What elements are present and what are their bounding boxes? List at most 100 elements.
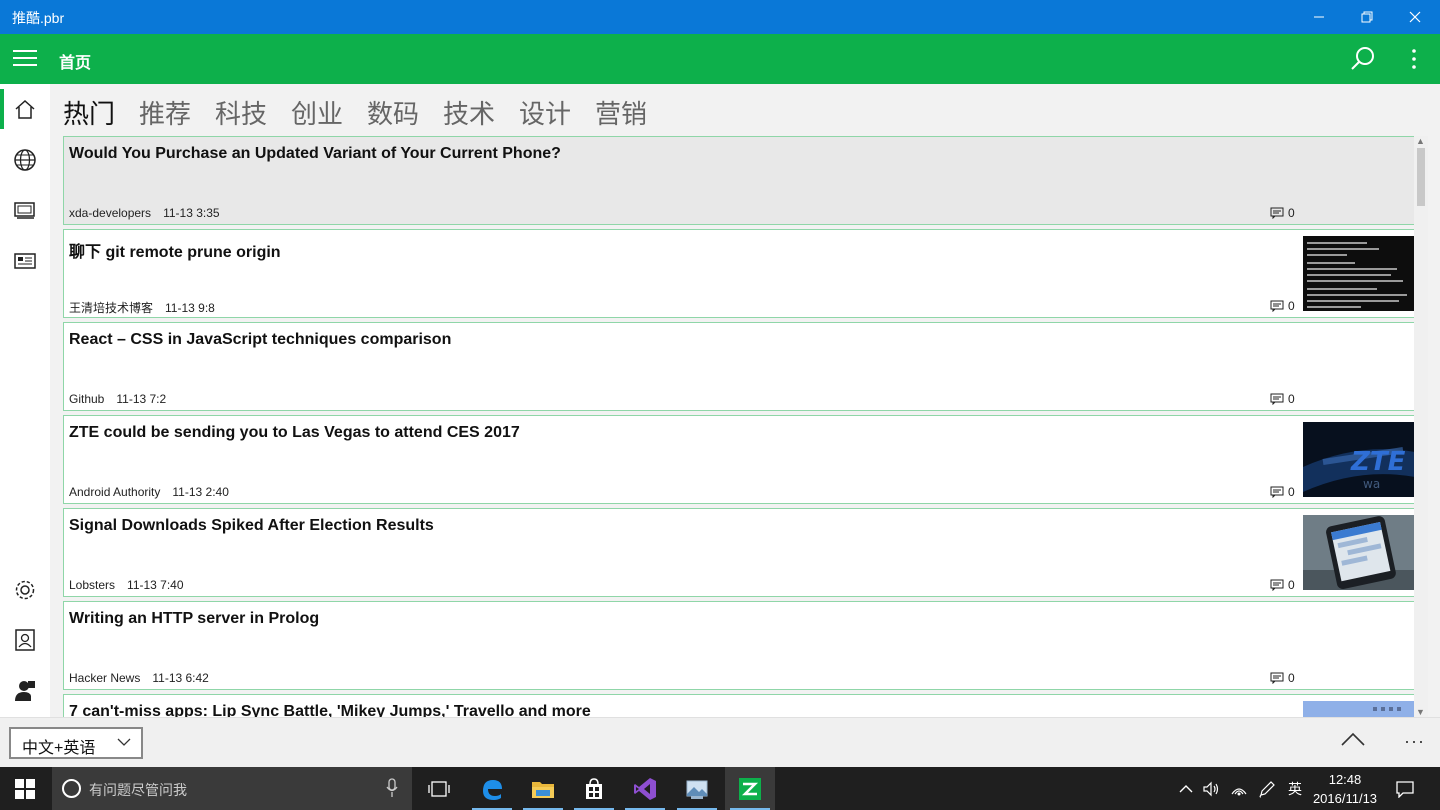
main-content: 热门 推荐 科技 创业 数码 技术 设计 营销 Would You Purcha… xyxy=(50,84,1440,717)
clock-date: 2016/11/13 xyxy=(1312,791,1378,806)
sidebar-item-globe[interactable] xyxy=(0,135,50,185)
volume-button[interactable] xyxy=(1200,767,1222,810)
sidebar-item-topics[interactable] xyxy=(0,185,50,235)
article-card[interactable]: ZTE could be sending you to Las Vegas to… xyxy=(63,415,1415,504)
tab-technology[interactable]: 技术 xyxy=(443,94,495,131)
svg-text:wa: wa xyxy=(1363,477,1380,491)
comment-icon xyxy=(1270,486,1284,498)
ime-indicator[interactable]: 英 xyxy=(1284,767,1306,810)
taskbar-store[interactable] xyxy=(569,767,619,810)
bottom-command-bar: 中文+英语 ··· xyxy=(0,717,1440,767)
article-time: 11-13 9:8 xyxy=(165,301,215,315)
stack-icon xyxy=(14,202,35,219)
article-time: 11-13 7:2 xyxy=(116,392,167,406)
article-card[interactable]: Would You Purchase an Updated Variant of… xyxy=(63,136,1415,225)
tab-marketing[interactable]: 营销 xyxy=(595,94,647,131)
article-card[interactable]: Signal Downloads Spiked After Election R… xyxy=(63,508,1415,597)
comment-count: 0 xyxy=(1270,206,1295,220)
person-icon xyxy=(15,681,35,701)
language-select[interactable]: 中文+英语 xyxy=(9,727,143,759)
comment-icon xyxy=(1270,579,1284,591)
tab-tech[interactable]: 科技 xyxy=(215,94,267,131)
hamburger-menu-button[interactable] xyxy=(13,50,37,68)
tab-recommended[interactable]: 推荐 xyxy=(139,94,191,131)
tab-digital[interactable]: 数码 xyxy=(367,94,419,131)
pen-button[interactable] xyxy=(1256,767,1278,810)
sidebar-nav xyxy=(0,84,50,717)
restore-button[interactable] xyxy=(1344,0,1390,34)
article-time: 11-13 7:40 xyxy=(127,578,184,592)
comment-count-value: 0 xyxy=(1288,206,1295,220)
task-view-button[interactable] xyxy=(414,767,464,810)
command-bar-more-button[interactable]: ··· xyxy=(1404,731,1425,752)
gear-icon xyxy=(15,580,35,600)
sidebar-item-account[interactable] xyxy=(0,615,50,665)
sidebar-item-home[interactable] xyxy=(0,84,50,134)
article-meta: xda-developers 11-13 3:35 xyxy=(69,206,220,220)
sidebar-item-settings[interactable] xyxy=(0,565,50,615)
tray-overflow-button[interactable] xyxy=(1176,767,1196,810)
article-card[interactable]: React – CSS in JavaScript techniques com… xyxy=(63,322,1415,411)
minimize-button[interactable] xyxy=(1296,0,1342,34)
article-card[interactable]: 7 can't-miss apps: Lip Sync Battle, 'Mik… xyxy=(63,694,1415,717)
svg-text:ZTE: ZTE xyxy=(1350,447,1406,477)
article-card[interactable]: Writing an HTTP server in Prolog Hacker … xyxy=(63,601,1415,690)
scroll-down-arrow-icon[interactable]: ▼ xyxy=(1416,707,1425,717)
tab-startup[interactable]: 创业 xyxy=(291,94,343,131)
sidebar-item-news[interactable] xyxy=(0,236,50,286)
article-time: 11-13 2:40 xyxy=(172,485,229,499)
comment-count: 0 xyxy=(1270,671,1295,685)
article-title: 聊下 git remote prune origin xyxy=(69,244,281,261)
cortana-icon xyxy=(62,779,81,798)
scroll-up-arrow-icon[interactable]: ▲ xyxy=(1416,136,1425,146)
contact-icon xyxy=(15,629,35,651)
wifi-icon xyxy=(1231,787,1247,795)
language-select-value: 中文+英语 xyxy=(22,740,96,757)
article-meta: 王清培技术博客 11-13 9:8 xyxy=(69,299,215,316)
window-titlebar: 推酷.pbr xyxy=(0,0,1440,34)
collapse-button[interactable] xyxy=(1340,731,1366,752)
article-thumbnail xyxy=(1303,701,1415,717)
taskbar-tuicool[interactable] xyxy=(725,767,775,810)
category-tabs: 热门 推荐 科技 创业 数码 技术 设计 营销 xyxy=(50,84,1440,136)
edge-icon xyxy=(483,779,502,800)
sidebar-item-profile[interactable] xyxy=(0,666,50,716)
network-button[interactable] xyxy=(1228,767,1250,810)
action-center-button[interactable] xyxy=(1392,767,1418,810)
start-button[interactable] xyxy=(0,767,50,810)
article-title: ZTE could be sending you to Las Vegas to… xyxy=(69,424,520,441)
article-source: 王清培技术博客 xyxy=(69,301,154,315)
article-source: Hacker News xyxy=(69,671,141,685)
cortana-search-box[interactable]: 有问题尽管问我 xyxy=(52,767,412,810)
comment-count: 0 xyxy=(1270,485,1295,499)
close-button[interactable] xyxy=(1392,0,1438,34)
tab-hot[interactable]: 热门 xyxy=(63,94,115,131)
photos-icon xyxy=(686,780,708,799)
search-button[interactable] xyxy=(1350,46,1376,72)
taskbar-edge[interactable] xyxy=(467,767,517,810)
tab-design[interactable]: 设计 xyxy=(519,94,571,131)
taskbar-file-explorer[interactable] xyxy=(518,767,568,810)
cortana-placeholder: 有问题尽管问我 xyxy=(89,782,187,798)
article-time: 11-13 3:35 xyxy=(163,206,220,220)
article-source: xda-developers xyxy=(69,206,152,220)
taskbar-photos[interactable] xyxy=(672,767,722,810)
windows-taskbar: 有问题尽管问我 英 12:48 2016/11/13 xyxy=(0,767,1440,810)
visual-studio-icon xyxy=(634,777,656,800)
article-time: 11-13 6:42 xyxy=(152,671,209,685)
more-options-button[interactable] xyxy=(1404,46,1424,72)
taskbar-visual-studio[interactable] xyxy=(620,767,670,810)
newspaper-icon xyxy=(14,253,36,269)
taskbar-clock[interactable]: 12:48 2016/11/13 xyxy=(1305,770,1385,808)
article-source: Github xyxy=(69,392,105,406)
comment-count: 0 xyxy=(1270,392,1295,406)
close-icon xyxy=(1409,11,1421,23)
article-list-scrollbar[interactable]: ▲ ▼ xyxy=(1414,136,1428,717)
comment-count-value: 0 xyxy=(1288,671,1295,685)
article-card[interactable]: 聊下 git remote prune origin 王清培技术博客 11-13 … xyxy=(63,229,1415,318)
page-title: 首页 xyxy=(59,55,92,72)
article-source: Android Authority xyxy=(69,485,161,499)
article-title: Signal Downloads Spiked After Election R… xyxy=(69,517,434,534)
microphone-icon[interactable] xyxy=(385,778,399,798)
scrollbar-thumb[interactable] xyxy=(1417,148,1425,206)
